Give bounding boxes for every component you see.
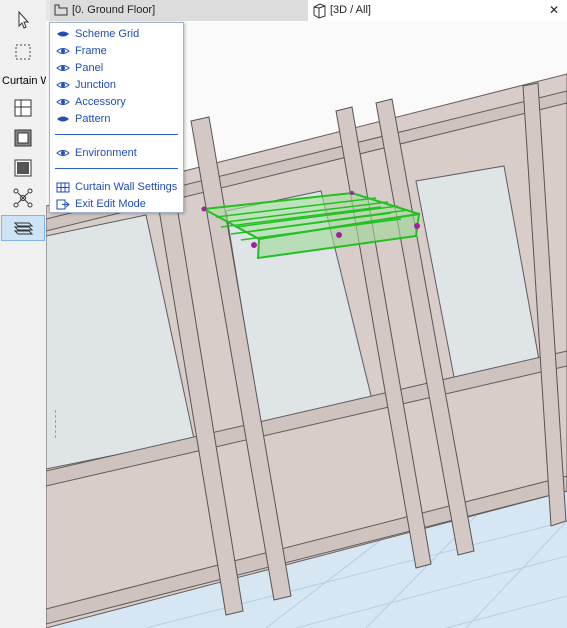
scheme-grid-tool[interactable] [7,96,39,120]
curtain-wall-context-menu: Scheme Grid Frame Panel Junction Accesso… [49,22,184,213]
frame-tool[interactable] [7,126,39,150]
menu-item-curtain-wall-settings[interactable]: Curtain Wall Settings [50,179,183,195]
frame-icon [14,129,32,147]
menu-item-label: Junction [75,79,116,91]
tab-ground-floor[interactable]: [0. Ground Floor] [50,0,308,21]
junction-icon [13,188,33,208]
eye-icon [56,65,70,71]
menu-item-pattern[interactable]: Pattern [50,111,183,127]
menu-item-label: Scheme Grid [75,28,140,40]
arrow-tool[interactable] [7,8,39,32]
arrow-cursor-icon [18,11,30,29]
accessory-icon [13,222,34,235]
floor-plan-icon [54,4,68,16]
eye-icon [56,82,70,88]
menu-item-junction[interactable]: Junction [50,77,183,93]
menu-item-label: Pattern [75,113,111,125]
tab-label: [3D / All] [330,4,371,16]
curtain-wall-toolbox: Curtain W [0,0,47,628]
eye-icon [56,99,70,105]
menu-separator [55,168,178,169]
marquee-tool[interactable] [7,40,39,64]
menu-item-label: Exit Edit Mode [75,198,146,210]
menu-item-label: Frame [75,45,107,57]
edge-marker [55,410,58,438]
panel-tool[interactable] [7,156,39,180]
toolbox-label: Curtain W [0,72,46,90]
panel-icon [14,159,32,177]
menu-item-environment[interactable]: Environment [50,145,183,161]
menu-item-scheme-grid[interactable]: Scheme Grid [50,26,183,42]
eye-icon [56,150,70,156]
menu-item-frame[interactable]: Frame [50,43,183,59]
exit-icon [56,199,70,210]
menu-separator [55,134,178,135]
closed-eye-icon [57,31,69,37]
marquee-icon [15,44,31,60]
accessory-tool[interactable] [1,215,45,241]
eye-icon [56,48,70,54]
menu-item-accessory[interactable]: Accessory [50,94,183,110]
3d-box-icon [313,3,326,19]
closed-eye-icon [57,116,69,122]
menu-item-label: Curtain Wall Settings [75,181,178,193]
settings-grid-icon [56,182,70,193]
menu-item-label: Environment [75,147,137,159]
menu-item-panel[interactable]: Panel [50,60,183,76]
junction-tool[interactable] [7,186,39,210]
view-tab-bar: [0. Ground Floor] [3D / All] ✕ [46,0,567,21]
menu-item-label: Panel [75,62,104,74]
menu-item-label: Accessory [75,96,126,108]
grid-icon [14,99,32,117]
menu-item-exit-edit-mode[interactable]: Exit Edit Mode [50,196,183,212]
tab-label: [0. Ground Floor] [72,4,156,16]
close-icon[interactable]: ✕ [549,0,559,21]
tab-3d-all[interactable]: [3D / All] ✕ [308,0,567,21]
